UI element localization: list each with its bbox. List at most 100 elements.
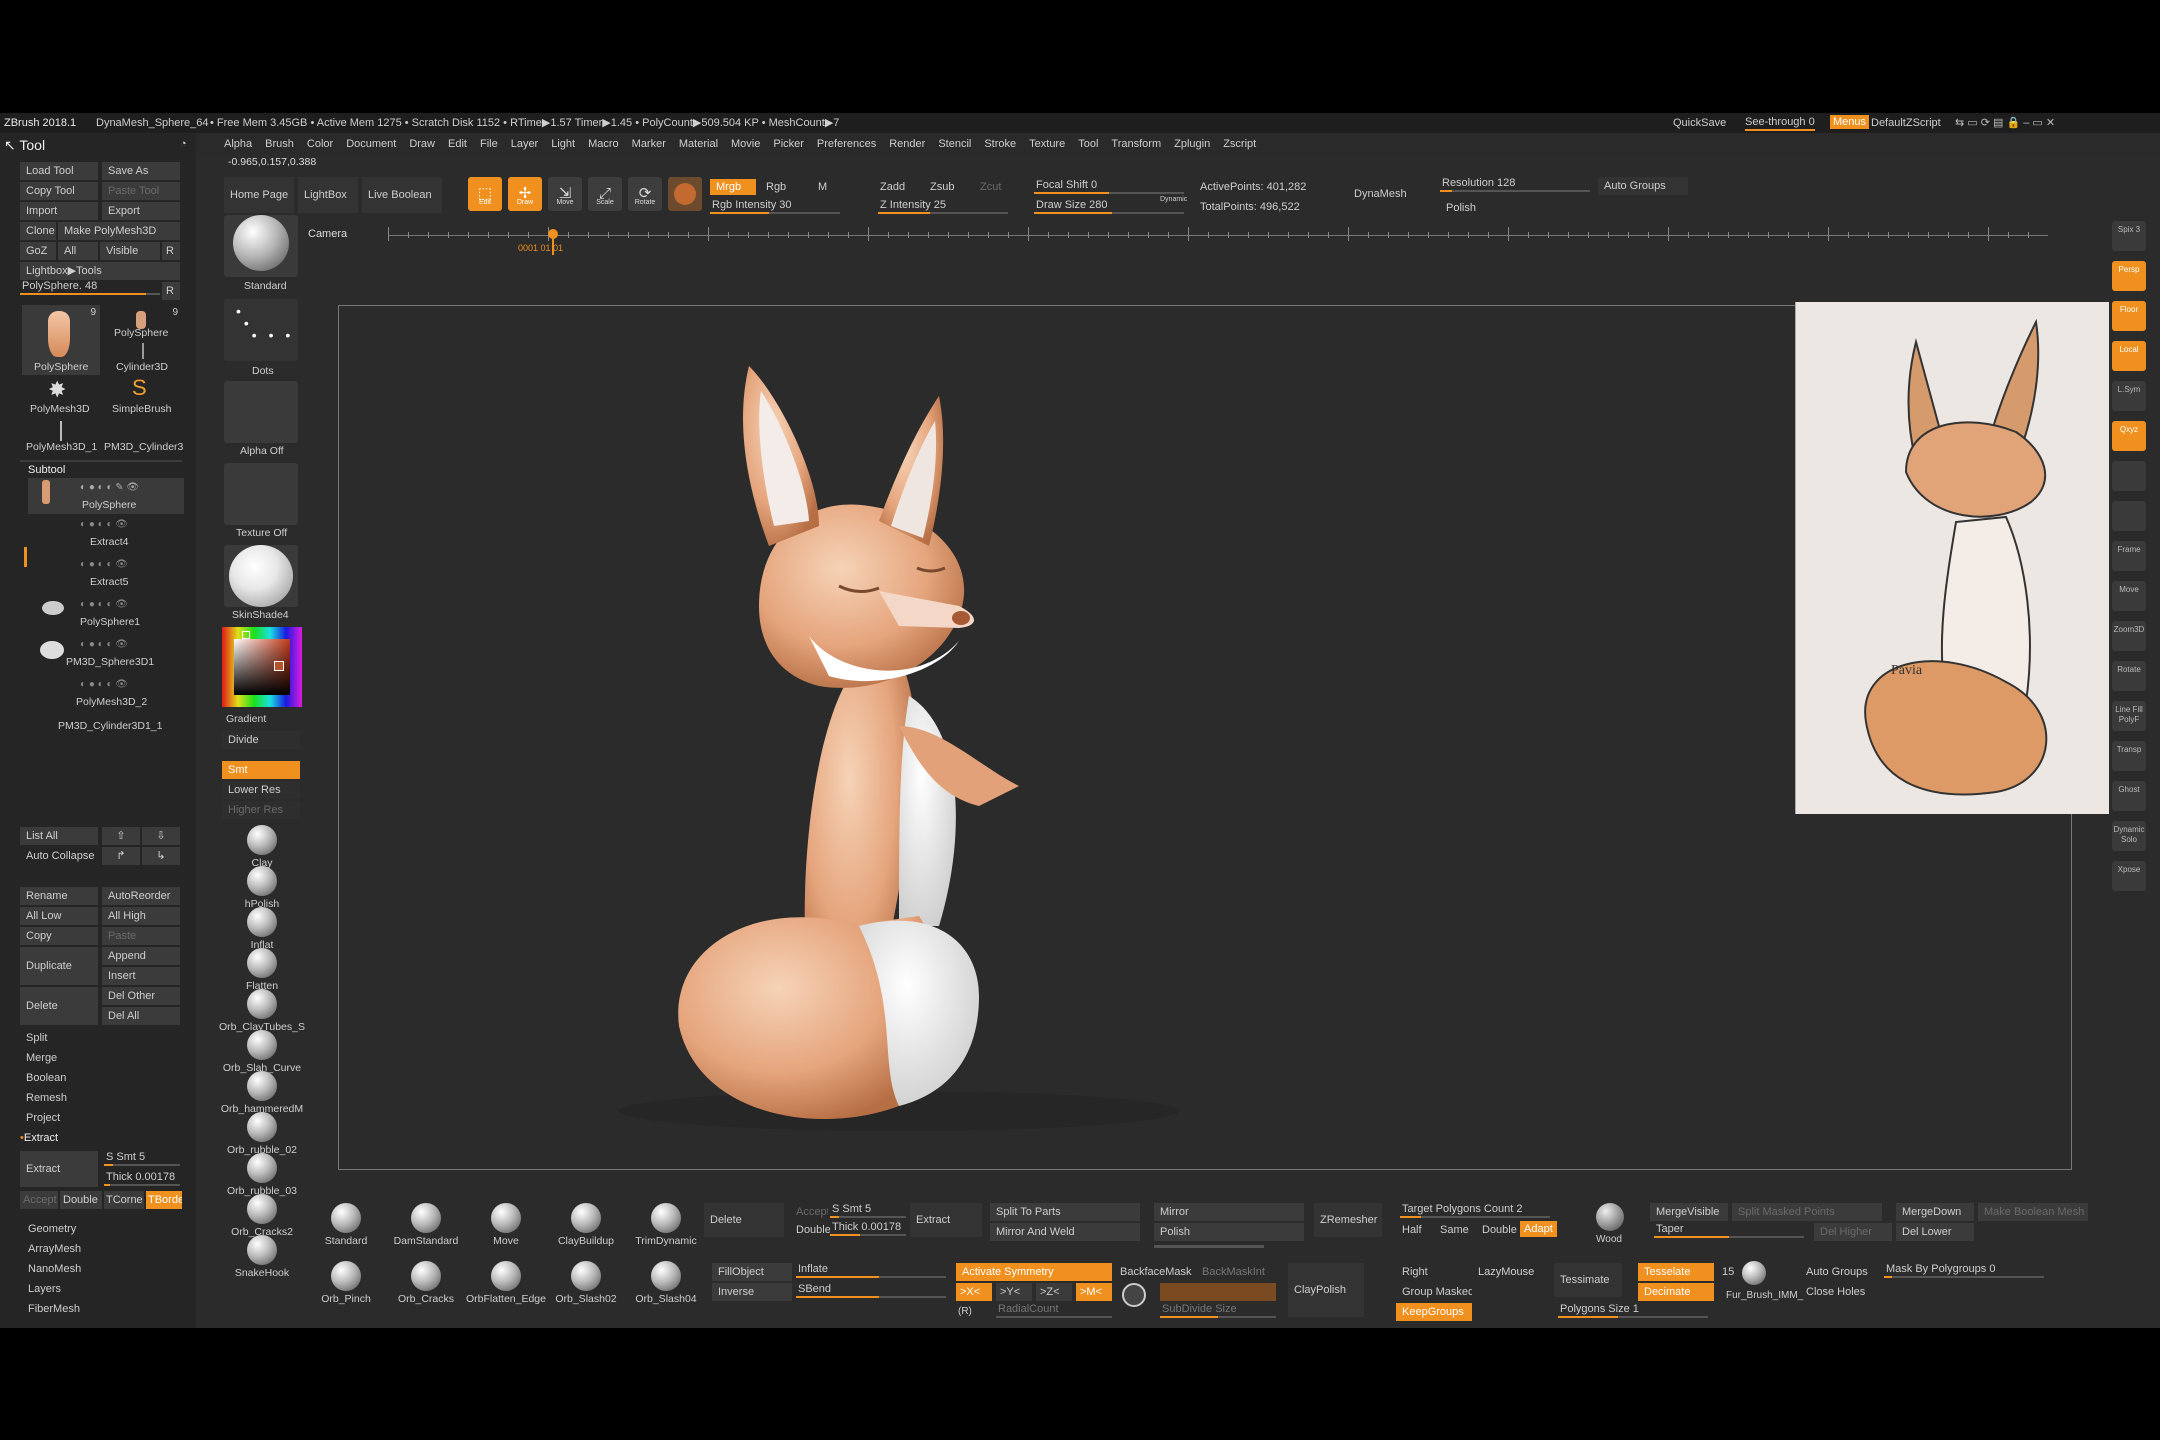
standard-brush[interactable]: Standard bbox=[224, 215, 298, 292]
subtool-header[interactable]: Subtool bbox=[28, 463, 65, 477]
shelf-brush-5[interactable]: Orb_Slah_Curve bbox=[216, 1030, 308, 1075]
thick-slider[interactable]: Thick 0.00178 bbox=[104, 1171, 180, 1187]
copy-button[interactable]: Copy bbox=[20, 927, 98, 945]
target-polygons-slider[interactable]: Target Polygons Count 2 bbox=[1400, 1203, 1550, 1219]
live-boolean-button[interactable]: Live Boolean bbox=[362, 177, 442, 213]
right-tool-3[interactable]: Local bbox=[2112, 341, 2146, 371]
menu-marker[interactable]: Marker bbox=[632, 137, 666, 151]
z-intensity-slider[interactable]: Z Intensity 25 bbox=[878, 199, 1008, 215]
tesselate-button[interactable]: Tesselate bbox=[1638, 1263, 1714, 1281]
m-button[interactable]: M bbox=[812, 179, 838, 195]
subtool-toggles[interactable]: ◐ ● ◐ ◐ ✎ 👁 bbox=[80, 482, 139, 493]
bottom-brush2-1[interactable]: Orb_Cracks bbox=[386, 1261, 466, 1306]
menu-zplugin[interactable]: Zplugin bbox=[1174, 137, 1210, 151]
home-page-button[interactable]: Home Page bbox=[224, 177, 294, 213]
accept-button-bottom[interactable]: Accept bbox=[790, 1203, 828, 1221]
remesh-section[interactable]: Remesh bbox=[26, 1091, 67, 1105]
rotate-mode-button[interactable]: ⟳ Rotate bbox=[628, 177, 662, 211]
right-tool-12[interactable]: Line Fill PolyF bbox=[2112, 701, 2146, 731]
group-masked-button[interactable]: Group Masked bbox=[1396, 1283, 1472, 1301]
tcorner-button[interactable]: TCorne bbox=[104, 1191, 144, 1209]
goz-visible-button[interactable]: Visible bbox=[100, 242, 160, 260]
menu-preferences[interactable]: Preferences bbox=[817, 137, 876, 151]
zremesher-button[interactable]: ZRemesher bbox=[1314, 1203, 1382, 1237]
goz-button[interactable]: GoZ bbox=[20, 242, 56, 260]
split-masked-points-button[interactable]: Split Masked Points bbox=[1732, 1203, 1882, 1221]
shelf-brush-6[interactable]: Orb_hammeredM bbox=[216, 1071, 308, 1116]
boolean-section[interactable]: Boolean bbox=[26, 1071, 66, 1085]
window-icons[interactable]: ⇆ ▭ ⟳ ▤ 🔒 – ▭ ✕ bbox=[1955, 116, 2055, 130]
polygons-size-slider[interactable]: Polygons Size 1 bbox=[1558, 1303, 1708, 1319]
higher-res-button[interactable]: Higher Res bbox=[222, 801, 300, 819]
move-mode-button[interactable]: ⇲ Move bbox=[548, 177, 582, 211]
scale-mode-button[interactable]: ⤢ Scale bbox=[588, 177, 622, 211]
menu-macro[interactable]: Macro bbox=[588, 137, 619, 151]
sym-m-button[interactable]: >M< bbox=[1076, 1283, 1112, 1301]
tool-thumb-polymesh3d-1[interactable]: PolyMesh3D_1 bbox=[22, 421, 100, 455]
decimate-button[interactable]: Decimate bbox=[1638, 1283, 1714, 1301]
move-up-button[interactable]: ⇧ bbox=[102, 827, 140, 845]
polish-button[interactable]: Polish bbox=[1440, 199, 1500, 217]
tool-thumb-polysphere[interactable]: 9 PolySphere bbox=[22, 305, 100, 375]
claypolish-button[interactable]: ClayPolish bbox=[1288, 1263, 1364, 1317]
edit-mode-button[interactable]: ⬚ Edit bbox=[468, 177, 502, 211]
right-tool-5[interactable]: Qxyz bbox=[2112, 421, 2146, 451]
menu-stroke[interactable]: Stroke bbox=[984, 137, 1016, 151]
project-section[interactable]: Project bbox=[26, 1111, 60, 1125]
material-swatch[interactable]: SkinShade4 bbox=[224, 545, 298, 621]
list-all-button[interactable]: List All bbox=[20, 827, 98, 845]
palette-dock-icon[interactable]: ◔ bbox=[180, 137, 187, 151]
subtool-item-polymesh3d-2[interactable]: ◐ ● ◐ ◐ 👁 PolyMesh3D_2 bbox=[28, 677, 184, 713]
fibermesh-section[interactable]: FiberMesh bbox=[28, 1302, 80, 1316]
shelf-brush-0[interactable]: Clay bbox=[216, 825, 308, 870]
dynamesh-button[interactable]: DynaMesh bbox=[1348, 185, 1418, 203]
menu-alpha[interactable]: Alpha bbox=[224, 137, 252, 151]
split-section[interactable]: Split bbox=[26, 1031, 47, 1045]
shelf-brush-3[interactable]: Flatten bbox=[216, 948, 308, 993]
duplicate-button[interactable]: Duplicate bbox=[20, 947, 98, 985]
del-all-button[interactable]: Del All bbox=[102, 1007, 180, 1025]
inverse-button[interactable]: Inverse bbox=[712, 1283, 792, 1301]
rgb-intensity-slider[interactable]: Rgb Intensity 30 bbox=[710, 199, 840, 215]
smt-slider-bottom[interactable]: S Smt 5 bbox=[830, 1203, 906, 1219]
zadd-button[interactable]: Zadd bbox=[874, 179, 910, 195]
right-tool-13[interactable]: Transp bbox=[2112, 741, 2146, 771]
del-higher-button[interactable]: Del Higher bbox=[1814, 1223, 1892, 1241]
extract-section[interactable]: •Extract bbox=[20, 1131, 58, 1145]
material-color-icon[interactable] bbox=[668, 177, 702, 211]
shelf-brush-4[interactable]: Orb_ClayTubes_S bbox=[216, 989, 308, 1034]
all-high-button[interactable]: All High bbox=[102, 907, 180, 925]
polysphere-r-button[interactable]: R bbox=[162, 282, 180, 300]
double-button-bottom[interactable]: Double bbox=[790, 1221, 830, 1239]
bottom-brush2-3[interactable]: Orb_Slash02 bbox=[546, 1261, 626, 1306]
menu-color[interactable]: Color bbox=[307, 137, 333, 151]
shelf-brush-9[interactable]: Orb_Cracks2 bbox=[216, 1194, 308, 1239]
alpha-off[interactable]: Alpha Off bbox=[224, 381, 298, 457]
auto-groups-button[interactable]: Auto Groups bbox=[1598, 177, 1688, 195]
menus-toggle[interactable]: Menus bbox=[1830, 115, 1870, 129]
menu-transform[interactable]: Transform bbox=[1111, 137, 1161, 151]
extract-button-bottom[interactable]: Extract bbox=[910, 1203, 982, 1237]
sym-z-button[interactable]: >Z< bbox=[1036, 1283, 1072, 1301]
subtool-item-pm3d-sphere[interactable]: ◐ ● ◐ ◐ 👁 PM3D_Sphere3D1 bbox=[28, 637, 184, 673]
menu-light[interactable]: Light bbox=[551, 137, 575, 151]
subtool-item-pm3d-cylinder[interactable]: PM3D_Cylinder3D1_1 bbox=[28, 717, 184, 739]
bottom-brush-2[interactable]: Move bbox=[466, 1203, 546, 1248]
menu-zscript[interactable]: Zscript bbox=[1223, 137, 1256, 151]
copy-tool-button[interactable]: Copy Tool bbox=[20, 182, 98, 200]
sym-y-button[interactable]: >Y< bbox=[996, 1283, 1032, 1301]
zcut-button[interactable]: Zcut bbox=[974, 179, 1010, 195]
lightbox-button[interactable]: LightBox bbox=[298, 177, 358, 213]
reference-image[interactable]: Pavia bbox=[1795, 302, 2109, 814]
export-button[interactable]: Export bbox=[102, 202, 180, 220]
tool-thumb-cylinder3[interactable]: PM3D_Cylinder3 bbox=[104, 421, 183, 455]
subtool-toggles[interactable]: ◐ ● ◐ ◐ 👁 bbox=[80, 519, 128, 530]
right-tool-16[interactable]: Xpose bbox=[2112, 861, 2146, 891]
bottom-brush2-0[interactable]: Orb_Pinch bbox=[306, 1261, 386, 1306]
double-button-zr[interactable]: Double bbox=[1482, 1223, 1517, 1237]
accept-button[interactable]: Accept bbox=[20, 1191, 58, 1209]
right-button[interactable]: Right bbox=[1396, 1263, 1472, 1281]
menu-movie[interactable]: Movie bbox=[731, 137, 760, 151]
auto-collapse-button[interactable]: Auto Collapse bbox=[20, 847, 98, 865]
lightbox-tools-button[interactable]: Lightbox▶Tools bbox=[20, 262, 180, 280]
